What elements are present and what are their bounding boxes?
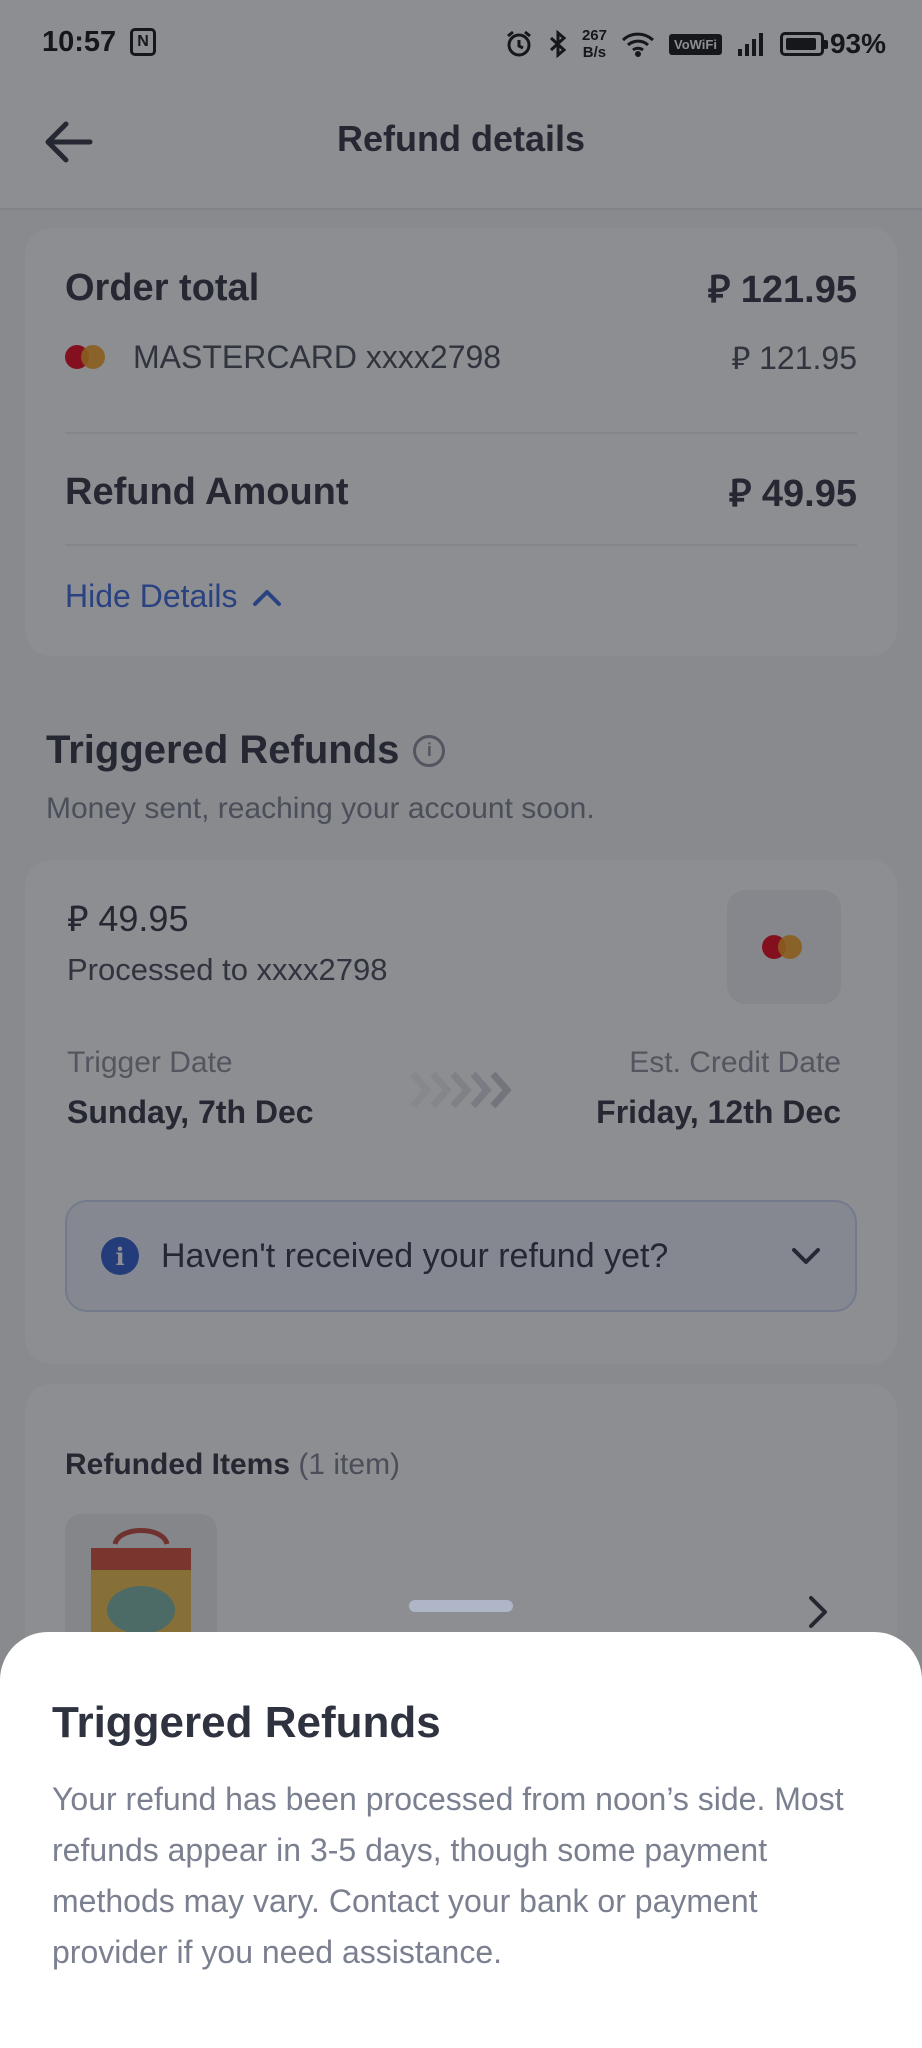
info-bottom-sheet: Triggered Refunds Your refund has been p… [0, 1632, 922, 2048]
refund-details-screen: 10:57 N 267 B/s VoWiFi 93% Refund detail… [0, 0, 922, 2048]
sheet-title: Triggered Refunds [52, 1698, 441, 1747]
sheet-drag-handle[interactable] [409, 1600, 513, 1612]
sheet-body: Your refund has been processed from noon… [52, 1781, 844, 1970]
